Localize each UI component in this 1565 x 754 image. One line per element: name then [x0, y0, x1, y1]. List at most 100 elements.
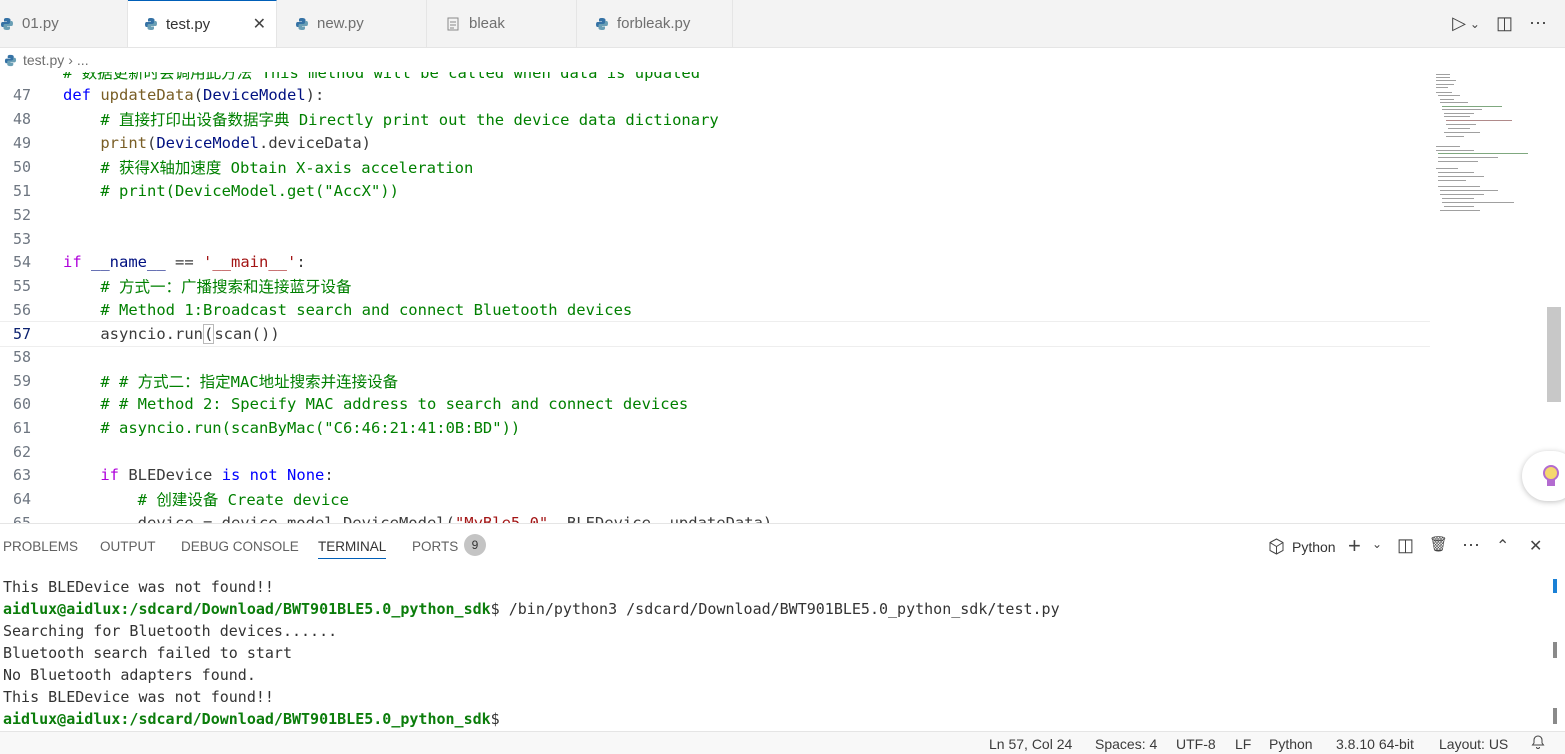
- line-number: 47: [12, 86, 31, 104]
- status-indentation[interactable]: Spaces: 4: [1095, 736, 1157, 752]
- terminal-shell-icon: [1268, 538, 1285, 560]
- line-number: 62: [12, 443, 31, 461]
- status-language[interactable]: Python: [1269, 736, 1313, 752]
- code-editor[interactable]: # 数据更新时会调用此方法 This method will be called…: [0, 72, 1565, 523]
- tab-terminal[interactable]: TERMINAL: [318, 539, 387, 559]
- split-editor-icon[interactable]: ◫: [1496, 13, 1513, 34]
- tab-label: 01.py: [22, 15, 59, 32]
- breadcrumb-file[interactable]: test.py: [23, 52, 64, 68]
- code-line: 50 # 获得X轴加速度 Obtain X-axis acceleration: [0, 155, 1430, 179]
- terminal-prompt: aidlux@aidlux:/sdcard/Download/BWT901BLE…: [3, 710, 491, 728]
- code-line: 59 # # 方式二：指定MAC地址搜索并连接设备: [0, 369, 1430, 393]
- code-line: 60 # # Method 2: Specify MAC address to …: [0, 392, 1430, 416]
- breadcrumb-symbols[interactable]: ...: [77, 52, 89, 68]
- code-line: 58: [0, 345, 1430, 369]
- status-keyboard-layout[interactable]: Layout: US: [1439, 736, 1508, 752]
- file-icon: [447, 17, 461, 31]
- terminal-prompt: aidlux@aidlux:/sdcard/Download/BWT901BLE…: [3, 600, 491, 618]
- status-interpreter[interactable]: 3.8.10 64-bit: [1336, 736, 1414, 752]
- line-number: 55: [12, 277, 31, 295]
- terminal-output[interactable]: This BLEDevice was not found!! aidlux@ai…: [3, 576, 1060, 730]
- line-number: 53: [12, 230, 31, 248]
- chevron-down-icon[interactable]: ⌄: [1470, 17, 1480, 31]
- terminal-line: No Bluetooth adapters found.: [3, 666, 256, 684]
- code-line: 61 # asyncio.run(scanByMac("C6:46:21:41:…: [0, 416, 1430, 440]
- tab-new-py[interactable]: new.py: [277, 0, 427, 47]
- code-line: 63 if BLEDevice is not None:: [0, 463, 1430, 487]
- close-icon[interactable]: ✕: [253, 14, 266, 34]
- line-number: 54: [12, 253, 31, 271]
- status-encoding[interactable]: UTF-8: [1176, 736, 1216, 752]
- code-line: 54 if __name__ == '__main__':: [0, 250, 1430, 274]
- editor-scrollbar-thumb[interactable]: [1547, 307, 1561, 402]
- trash-icon[interactable]: 🗑: [1429, 535, 1448, 553]
- lightbulb-icon[interactable]: [1522, 451, 1565, 501]
- ports-count-badge: 9: [464, 534, 486, 556]
- tab-problems[interactable]: PROBLEMS: [3, 539, 78, 554]
- minimap[interactable]: [1434, 72, 1546, 222]
- line-number: 60: [12, 395, 31, 413]
- bell-icon[interactable]: [1530, 734, 1546, 753]
- code-line: 65 device = device_model.DeviceModel("My…: [0, 511, 1430, 523]
- line-number: 64: [12, 490, 31, 508]
- line-number: 63: [12, 466, 31, 484]
- more-actions-icon[interactable]: ⋯: [1462, 535, 1480, 556]
- tab-label: forbleak.py: [617, 15, 691, 32]
- code-line: 49 print(DeviceModel.deviceData): [0, 131, 1430, 155]
- code-line: 47 def updateData(DeviceModel):: [0, 83, 1430, 107]
- tab-01-py[interactable]: 01.py: [0, 0, 128, 47]
- tab-ports[interactable]: PORTS: [412, 539, 458, 554]
- python-icon: [595, 17, 609, 31]
- tab-bleak[interactable]: bleak: [427, 0, 577, 47]
- tab-label: test.py: [166, 15, 211, 33]
- tab-test-py[interactable]: test.py ✕: [128, 0, 277, 47]
- status-eol[interactable]: LF: [1235, 736, 1251, 752]
- line-number: 58: [12, 348, 31, 366]
- code-line: 55 # 方式一：广播搜索和连接蓝牙设备: [0, 274, 1430, 298]
- line-number: 57: [12, 325, 31, 343]
- tab-label: new.py: [317, 15, 364, 32]
- line-number: 65: [12, 514, 31, 523]
- chevron-down-icon[interactable]: ⌄: [1372, 537, 1382, 551]
- python-icon: [144, 17, 158, 31]
- python-icon: [295, 17, 309, 31]
- python-icon: [4, 54, 17, 67]
- close-panel-icon[interactable]: ✕: [1529, 536, 1542, 556]
- terminal-line: Bluetooth search failed to start: [3, 644, 292, 662]
- code-line: 51 # print(DeviceModel.get("AccX")): [0, 179, 1430, 203]
- line-number: 59: [12, 372, 31, 390]
- code-line: 56 # Method 1:Broadcast search and conne…: [0, 298, 1430, 322]
- terminal-line: This BLEDevice was not found!!: [3, 688, 274, 706]
- tab-debug-console[interactable]: DEBUG CONSOLE: [181, 539, 299, 554]
- panel-tab-bar: PROBLEMS OUTPUT DEBUG CONSOLE TERMINAL P…: [0, 524, 1565, 570]
- code-line-current: 57 asyncio.run(scan()): [0, 321, 1430, 347]
- code-line: 62: [0, 440, 1430, 464]
- split-terminal-icon[interactable]: ◫: [1397, 535, 1414, 556]
- terminal-line: This BLEDevice was not found!!: [3, 578, 274, 596]
- more-actions-icon[interactable]: ⋯: [1529, 13, 1547, 34]
- python-icon: [0, 17, 14, 31]
- terminal-line: aidlux@aidlux:/sdcard/Download/BWT901BLE…: [3, 710, 500, 728]
- breadcrumb: test.py › ...: [0, 48, 1565, 72]
- status-bar: Ln 57, Col 24 Spaces: 4 UTF-8 LF Python …: [0, 731, 1565, 754]
- terminal-scroll-marker: [1553, 642, 1557, 658]
- code-line: 48 # 直接打印出设备数据字典 Directly print out the …: [0, 107, 1430, 131]
- terminal-line: aidlux@aidlux:/sdcard/Download/BWT901BLE…: [3, 600, 1060, 618]
- code-line: 53: [0, 227, 1430, 251]
- status-cursor-position[interactable]: Ln 57, Col 24: [989, 736, 1072, 752]
- terminal-scroll-marker: [1553, 708, 1557, 724]
- breadcrumb-separator: ›: [68, 52, 73, 68]
- line-number: 52: [12, 206, 31, 224]
- tab-label: bleak: [469, 15, 505, 32]
- line-number: 49: [12, 134, 31, 152]
- line-number: 48: [12, 110, 31, 128]
- terminal-line: Searching for Bluetooth devices......: [3, 622, 338, 640]
- terminal-shell-label[interactable]: Python: [1292, 539, 1336, 555]
- tab-forbleak-py[interactable]: forbleak.py: [577, 0, 733, 47]
- add-terminal-icon[interactable]: +: [1348, 533, 1361, 559]
- tab-output[interactable]: OUTPUT: [100, 539, 156, 554]
- run-icon[interactable]: ▷: [1452, 13, 1466, 34]
- maximize-panel-icon[interactable]: ⌃: [1496, 536, 1509, 556]
- editor-tab-bar: 01.py test.py ✕ new.py bleak forbleak.py…: [0, 0, 1565, 48]
- terminal-scroll-marker: [1553, 579, 1557, 593]
